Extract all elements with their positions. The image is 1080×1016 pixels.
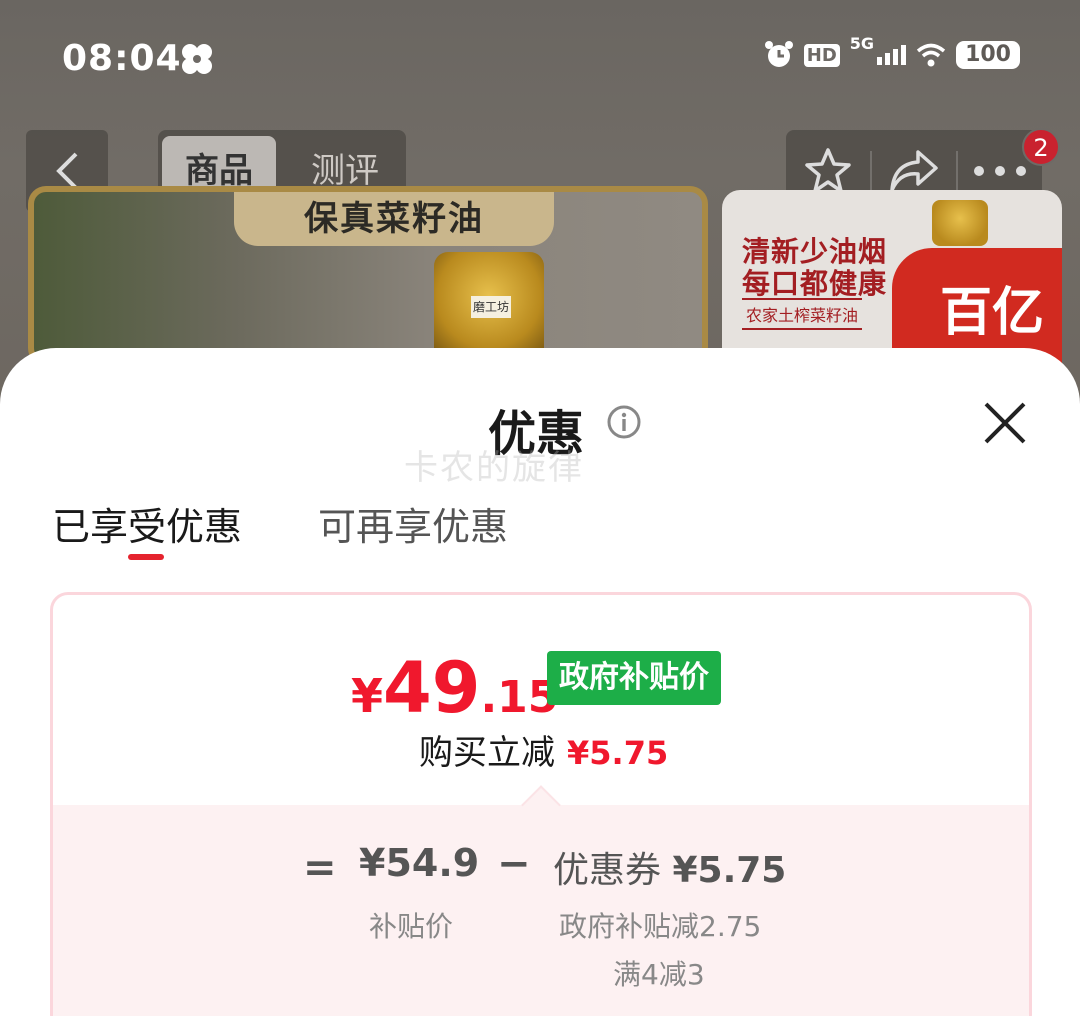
more-icon [974,166,1026,176]
close-icon[interactable] [980,398,1030,448]
coupon-detail-gov: 政府补贴减2.75 [559,910,762,943]
bottle-brand: 磨工坊 [471,296,511,318]
share-icon [890,150,938,192]
watermark: 卡农的旋律 [404,448,584,488]
coupon-total: 优惠券 ¥5.75 [553,841,786,893]
tab-indicator [128,554,164,560]
network-icon: 5G [850,34,907,65]
fan-icon [182,44,212,74]
instant-discount-amount: ¥5.75 [567,734,669,772]
status-time: 08:04 [62,38,182,79]
equals-sign: = [303,845,337,891]
promo-text: 百亿 [940,283,1045,343]
coupon-label: 优惠券 [553,850,662,891]
coupon-detail-threshold: 满4减3 [613,958,705,991]
alarm-icon [764,41,793,67]
price-breakdown: = ¥54.9 补贴价 − 优惠券 ¥5.75 政府补贴减2.75 满4减3 [53,805,1029,1016]
network-label: 5G [849,34,875,53]
price-card: ¥ 49 .15 政府补贴价 购买立减 ¥5.75 = ¥54.9 补贴价 − 优… [50,592,1032,1016]
tab-available[interactable]: 可再享优惠 [318,496,508,551]
tab-enjoyed[interactable]: 已享受优惠 [52,496,242,551]
wifi-icon [916,43,946,67]
subsidy-price-label: 补贴价 [369,910,454,943]
system-icons: HD 5G 100 [764,34,1020,70]
gov-subsidy-tag: 政府补贴价 [547,651,721,705]
subsidy-price: ¥54.9 [359,841,480,885]
discount-sheet: 优惠 卡农的旋律 已享受优惠 可再享优惠 ¥ 49 .15 政府补贴价 购买立减… [0,348,1080,1016]
coupon-amount: ¥5.75 [672,850,787,891]
banner-subtitle: 农家土榨菜籽油 [742,298,863,330]
message-badge: 2 [1022,128,1060,166]
price-integer: 49 [383,647,481,729]
star-icon [805,148,851,193]
minus-sign: − [497,841,531,887]
banner-slogan-2: 每口都健康 [742,267,888,300]
battery-indicator: 100 [956,41,1020,69]
info-icon[interactable] [606,404,642,440]
chevron-left-icon [56,152,78,190]
final-price: ¥ 49 .15 [351,647,558,729]
status-bar: 08:04 HD 5G 100 [62,34,1020,86]
instant-discount-label: 购买立减 [419,733,555,773]
currency-symbol: ¥ [351,669,384,723]
instant-discount: 购买立减 ¥5.75 [419,725,668,774]
bottle-image [932,200,988,246]
hd-icon: HD [803,43,840,67]
banner-title: 保真菜籽油 [234,192,554,246]
product-banner-left: 保真菜籽油 磨工坊 [28,186,708,366]
